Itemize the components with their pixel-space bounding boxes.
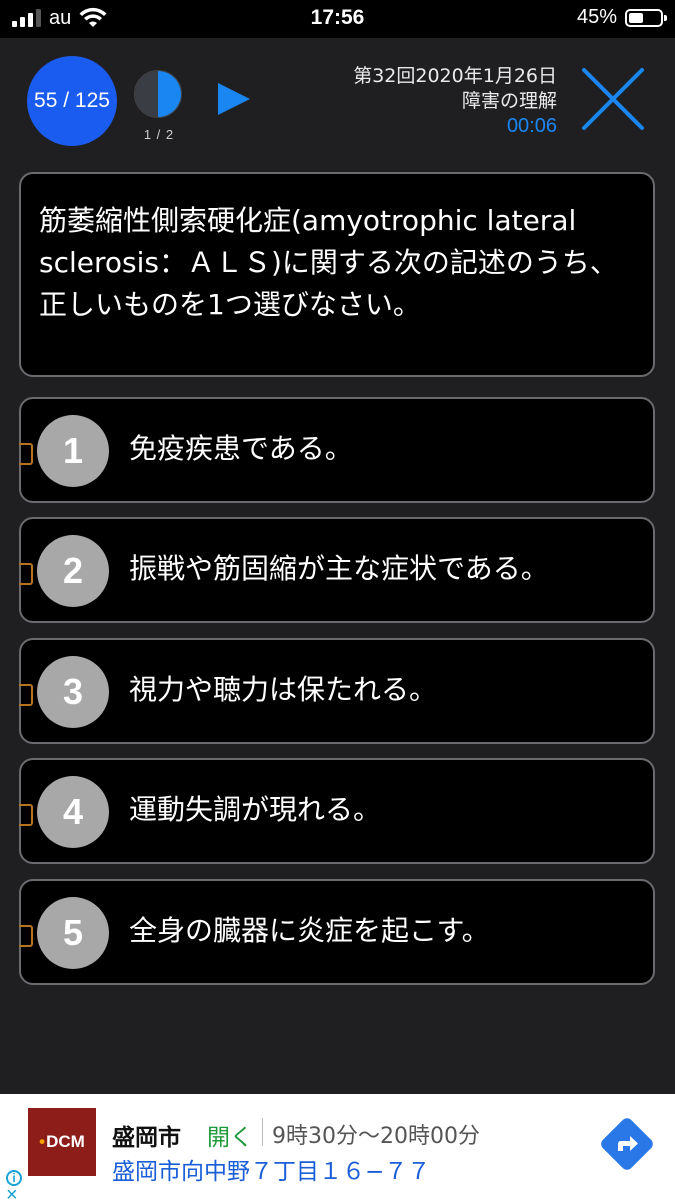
- choice-number: 1: [37, 415, 109, 487]
- ad-store-name: 盛岡市: [112, 1125, 181, 1151]
- status-right: 45%: [576, 6, 667, 29]
- choice-number: 2: [37, 535, 109, 607]
- close-icon[interactable]: [580, 66, 646, 132]
- directions-icon[interactable]: [598, 1115, 656, 1173]
- question-counter[interactable]: 55 / 125: [27, 56, 117, 146]
- battery-percent: 45%: [576, 6, 617, 28]
- status-bar: au 17:56 45%: [0, 0, 675, 38]
- timer: 00:06: [506, 115, 557, 137]
- battery-icon: [625, 8, 667, 27]
- progress-indicator[interactable]: 1 / 2: [134, 70, 184, 142]
- ad-banner[interactable]: • DCM 盛岡市 開く 9時30分～20時00分 盛岡市向中野７丁目１６−７７ …: [0, 1094, 675, 1200]
- choice-1[interactable]: 1 免疫疾患である。: [19, 397, 655, 503]
- choice-number: 4: [37, 776, 109, 848]
- exam-title: 第32回2020年1月26日: [353, 65, 557, 87]
- half-circle-icon: [134, 70, 182, 118]
- ad-divider: [262, 1118, 263, 1146]
- choice-text: 運動失調が現れる。: [129, 793, 382, 826]
- choice-text: 免疫疾患である。: [129, 432, 353, 465]
- clock: 17:56: [310, 6, 365, 29]
- ad-address: 盛岡市向中野７丁目１６−７７: [112, 1159, 431, 1185]
- play-icon[interactable]: [218, 83, 250, 115]
- quiz-screen: au 17:56 45% 55 / 125 1 / 2 第32回2020年1月2…: [0, 0, 675, 1200]
- choice-tab: [19, 925, 33, 947]
- ad-open-status: 開く: [207, 1125, 253, 1151]
- ad-close-icon[interactable]: ×: [6, 1185, 18, 1200]
- choice-2[interactable]: 2 振戦や筋固縮が主な症状である。: [19, 517, 655, 623]
- ad-hours: 9時30分～20時00分: [272, 1124, 480, 1149]
- exam-subject: 障害の理解: [461, 90, 557, 112]
- exam-info: 第32回2020年1月26日 障害の理解 00:06: [353, 64, 557, 139]
- choice-tab: [19, 563, 33, 585]
- choice-number: 3: [37, 656, 109, 728]
- question-card: 筋萎縮性側索硬化症(amyotrophic lateral sclerosis：…: [19, 172, 655, 377]
- choice-text: 視力や聴力は保たれる。: [129, 673, 438, 706]
- choice-5[interactable]: 5 全身の臓器に炎症を起こす。: [19, 879, 655, 985]
- choice-4[interactable]: 4 運動失調が現れる。: [19, 758, 655, 864]
- battery-level: [629, 12, 643, 23]
- choice-tab: [19, 804, 33, 826]
- choice-3[interactable]: 3 視力や聴力は保たれる。: [19, 638, 655, 744]
- choice-tab: [19, 684, 33, 706]
- choice-tab: [19, 443, 33, 465]
- choice-number: 5: [37, 897, 109, 969]
- ad-logo: • DCM: [28, 1108, 96, 1176]
- choice-text: 振戦や筋固縮が主な症状である。: [129, 552, 549, 585]
- progress-label: 1 / 2: [143, 127, 175, 142]
- choice-text: 全身の臓器に炎症を起こす。: [129, 914, 490, 947]
